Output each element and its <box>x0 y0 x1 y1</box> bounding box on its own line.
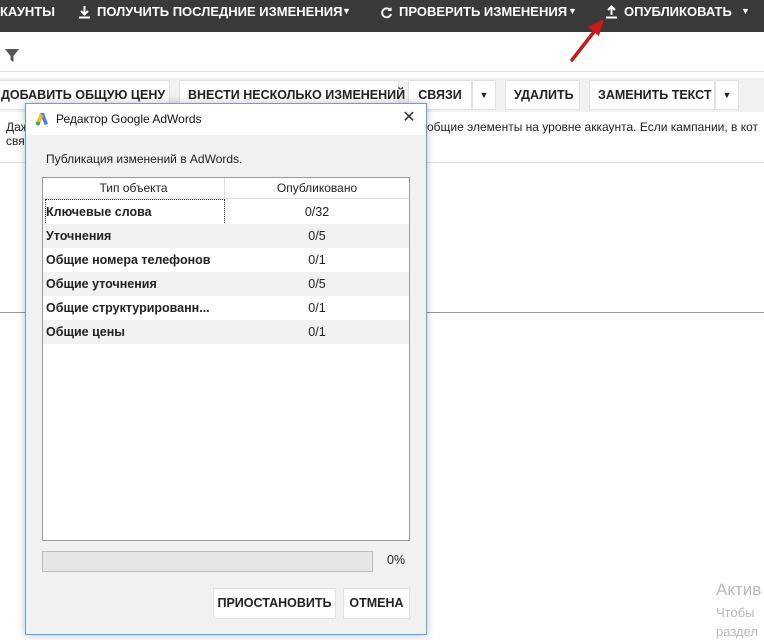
table-row[interactable]: Общие цены 0/1 <box>43 320 409 344</box>
row-published: 0/5 <box>308 229 326 243</box>
filter-icon[interactable] <box>4 48 20 64</box>
row-published: 0/32 <box>304 205 330 219</box>
close-icon[interactable]: ✕ <box>400 109 418 127</box>
replace-text-dropdown-icon[interactable]: ▼ <box>715 80 739 110</box>
column-header-type[interactable]: Тип объекта <box>43 178 225 199</box>
dialog-message: Публикация изменений в AdWords. <box>46 152 243 166</box>
publish-dialog: Редактор Google AdWords ✕ Публикация изм… <box>25 103 427 635</box>
publish-progress-bar <box>42 551 373 572</box>
top-toolbar: КАУНТЫ ПОЛУЧИТЬ ПОСЛЕДНИЕ ИЗМЕНЕНИЯ ▼ ПР… <box>0 0 764 32</box>
publish-button[interactable]: ОПУБЛИКОВАТЬ <box>605 0 732 32</box>
watermark-line2: раздел <box>716 624 758 639</box>
row-type: Общие цены <box>46 325 125 339</box>
delete-button[interactable]: УДАЛИТЬ <box>505 80 580 110</box>
row-published: 0/1 <box>308 325 326 339</box>
get-changes-label: ПОЛУЧИТЬ ПОСЛЕДНИЕ ИЗМЕНЕНИЯ <box>97 4 343 19</box>
row-published: 0/5 <box>308 277 326 291</box>
links-dropdown-icon[interactable]: ▼ <box>472 80 496 110</box>
row-type: Уточнения <box>46 229 112 243</box>
row-type: Общие номера телефонов <box>46 253 211 267</box>
refresh-icon <box>381 6 392 18</box>
get-changes-dropdown-icon[interactable]: ▼ <box>342 6 351 16</box>
dialog-title: Редактор Google AdWords <box>56 112 202 126</box>
table-row[interactable]: Общие номера телефонов 0/1 <box>43 248 409 272</box>
row-type: Ключевые слова <box>45 199 225 225</box>
filter-row <box>0 40 764 72</box>
table-row[interactable]: Уточнения 0/5 <box>43 224 409 248</box>
check-changes-button[interactable]: ПРОВЕРИТЬ ИЗМЕНЕНИЯ <box>380 0 567 32</box>
watermark-title: Актив <box>716 580 762 599</box>
annotation-arrow-icon <box>570 19 604 62</box>
publish-table: Тип объекта Опубликовано Ключевые слова … <box>42 177 410 541</box>
table-row[interactable]: Общие уточнения 0/5 <box>43 272 409 296</box>
check-changes-label: ПРОВЕРИТЬ ИЗМЕНЕНИЯ <box>399 4 568 19</box>
table-row[interactable]: Ключевые слова 0/32 <box>43 199 409 225</box>
watermark-line1: Чтобы <box>716 605 755 620</box>
download-icon <box>79 6 90 19</box>
publish-dropdown-icon[interactable]: ▼ <box>741 6 750 16</box>
get-changes-button[interactable]: ПОЛУЧИТЬ ПОСЛЕДНИЕ ИЗМЕНЕНИЯ <box>78 0 342 32</box>
table-row[interactable]: Общие структурированн... 0/1 <box>43 296 409 320</box>
adwords-logo-icon <box>36 113 48 126</box>
accounts-label: КАУНТЫ <box>0 4 55 19</box>
row-published: 0/1 <box>308 253 326 267</box>
dialog-title-bar: Редактор Google AdWords ✕ <box>26 104 426 135</box>
row-type: Общие структурированн... <box>46 301 210 315</box>
progress-percent: 0% <box>387 553 406 567</box>
replace-text-button[interactable]: ЗАМЕНИТЬ ТЕКСТ <box>589 80 715 110</box>
cancel-button[interactable]: ОТМЕНА <box>343 588 410 619</box>
pause-button[interactable]: ПРИОСТАНОВИТЬ <box>213 588 336 619</box>
accounts-button[interactable]: КАУНТЫ <box>0 0 55 32</box>
background-text-right: общие элементы на уровне аккаунта. Если … <box>427 120 759 134</box>
publish-label: ОПУБЛИКОВАТЬ <box>624 4 732 19</box>
column-header-published[interactable]: Опубликовано <box>225 178 409 199</box>
row-published: 0/1 <box>308 301 326 315</box>
table-header: Тип объекта Опубликовано <box>43 178 409 199</box>
background-text-2: свя <box>6 134 25 148</box>
row-type: Общие уточнения <box>46 277 157 291</box>
